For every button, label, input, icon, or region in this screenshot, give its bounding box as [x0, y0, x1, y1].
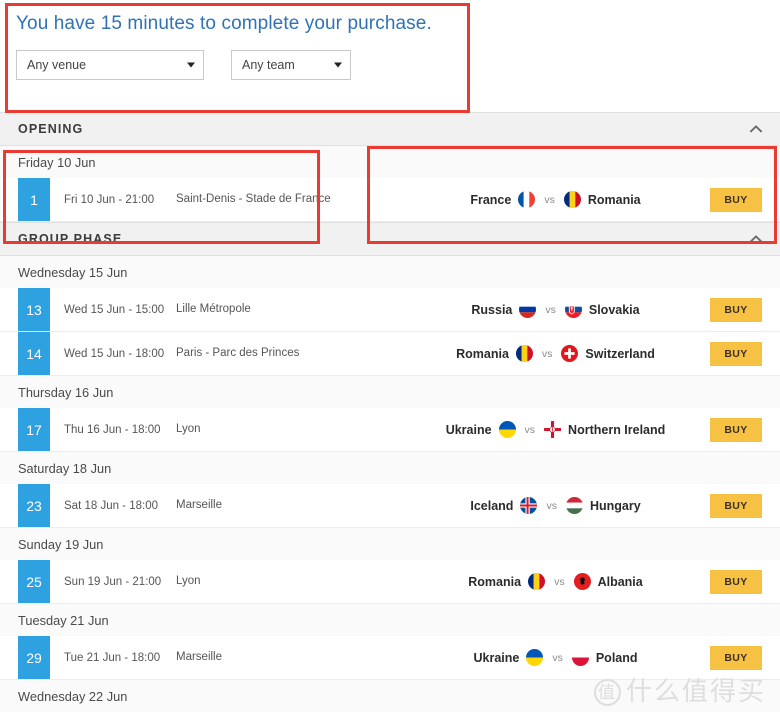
caret-down-icon: [334, 62, 342, 68]
flag-slovakia-icon: [564, 301, 582, 318]
match-datetime: Fri 10 Jun - 21:00: [64, 193, 155, 206]
match-venue: Lyon: [176, 575, 201, 588]
day-label: Friday 10 Jun: [0, 146, 780, 178]
match-number-badge: 14: [18, 332, 50, 375]
flag-romania-icon: [528, 573, 546, 590]
section-title: GROUP PHASE: [18, 232, 123, 246]
flag-ukraine-icon: [498, 421, 516, 438]
versus-label: vs: [545, 303, 556, 316]
table-row[interactable]: 1 Fri 10 Jun - 21:00 Saint-Denis - Stade d…: [0, 178, 780, 222]
match-datetime: Sun 19 Jun - 21:00: [64, 575, 162, 588]
buy-button[interactable]: BUY: [710, 417, 762, 442]
section-header-opening[interactable]: OPENING: [0, 112, 780, 146]
venue-select-value: Any venue: [27, 58, 87, 72]
table-row[interactable]: 13 Wed 15 Jun - 15:00 Lille Métropole Russi…: [0, 288, 780, 332]
caret-down-icon: [187, 62, 195, 68]
buy-button[interactable]: BUY: [710, 493, 762, 518]
match-venue: Saint-Denis - Stade de France: [176, 193, 331, 206]
page-root: You have 15 minutes to complete your pur…: [0, 0, 780, 718]
section-header-group-phase[interactable]: GROUP PHASE: [0, 222, 780, 256]
chevron-up-icon[interactable]: [749, 122, 763, 136]
match-datetime: Sat 18 Jun - 18:00: [64, 499, 158, 512]
buy-button[interactable]: BUY: [710, 341, 762, 366]
away-team-name: Poland: [595, 650, 638, 665]
match-venue: Marseille: [176, 499, 223, 512]
day-label: Thursday 16 Jun: [0, 376, 780, 408]
versus-label: vs: [544, 193, 555, 206]
buy-button[interactable]: BUY: [710, 645, 762, 670]
away-team-name: Romania: [587, 192, 641, 207]
match-datetime: Thu 16 Jun - 18:00: [64, 423, 161, 436]
flag-albania-icon: [573, 573, 591, 590]
flag-poland-icon: [571, 649, 589, 666]
home-team-name: Ukraine: [445, 422, 492, 437]
table-row[interactable]: 14 Wed 15 Jun - 18:00 Paris - Parc des Pri…: [0, 332, 780, 376]
match-number-badge: 13: [18, 288, 50, 331]
table-row[interactable]: 29 Tue 21 Jun - 18:00 Marseille Ukraine vs Po…: [0, 636, 780, 680]
away-team-name: Northern Ireland: [568, 422, 666, 437]
purchase-timer-message: You have 15 minutes to complete your pur…: [16, 13, 432, 34]
match-venue: Marseille: [176, 651, 223, 664]
match-venue: Lyon: [176, 423, 201, 436]
match-number-badge: 25: [18, 560, 50, 603]
away-team-name: Hungary: [589, 498, 641, 513]
table-row[interactable]: 25 Sun 19 Jun - 21:00 Lyon Romania vs Albania…: [0, 560, 780, 604]
versus-label: vs: [552, 651, 563, 664]
flag-switzerland-icon: [561, 345, 579, 362]
match-datetime: Wed 15 Jun - 15:00: [64, 303, 165, 316]
flag-france-icon: [518, 191, 536, 208]
flag-northern-ireland-icon: [544, 421, 562, 438]
match-number-badge: 29: [18, 636, 50, 679]
flag-romania-icon: [515, 345, 533, 362]
buy-button[interactable]: BUY: [710, 297, 762, 322]
flag-ukraine-icon: [526, 649, 544, 666]
home-team-name: France: [470, 192, 512, 207]
match-number-badge: 17: [18, 408, 50, 451]
day-label: Wednesday 15 Jun: [0, 256, 780, 288]
day-label: Sunday 19 Jun: [0, 528, 780, 560]
venue-select[interactable]: Any venue: [16, 50, 204, 80]
team-select-value: Any team: [242, 58, 295, 72]
away-team-name: Switzerland: [585, 346, 655, 361]
match-venue: Lille Métropole: [176, 303, 251, 316]
match-datetime: Wed 15 Jun - 18:00: [64, 347, 165, 360]
day-label: Saturday 18 Jun: [0, 452, 780, 484]
match-venue: Paris - Parc des Princes: [176, 347, 300, 360]
versus-label: vs: [524, 423, 536, 436]
day-label: Tuesday 21 Jun: [0, 604, 780, 636]
match-datetime: Tue 21 Jun - 18:00: [64, 651, 161, 664]
home-team-name: Ukraine: [473, 650, 520, 665]
match-schedule: OPENING Friday 10 Jun 1 Fri 10 Jun - 21:00 S…: [0, 112, 780, 712]
flag-russia-icon: [519, 301, 537, 318]
versus-label: vs: [541, 347, 553, 360]
table-row[interactable]: 17 Thu 16 Jun - 18:00 Lyon Ukraine vs Norther…: [0, 408, 780, 452]
purchase-timer-bar: You have 15 minutes to complete your pur…: [0, 0, 780, 112]
home-team-name: Russia: [471, 302, 513, 317]
table-row[interactable]: 23 Sat 18 Jun - 18:00 Marseille Iceland vs Hu…: [0, 484, 780, 528]
flag-romania-icon: [563, 191, 581, 208]
flag-hungary-icon: [565, 497, 583, 514]
buy-button[interactable]: BUY: [710, 569, 762, 594]
day-label: Wednesday 22 Jun: [0, 680, 780, 712]
flag-iceland-icon: [520, 497, 538, 514]
filter-controls: Any venue Any team: [16, 50, 351, 80]
versus-label: vs: [546, 499, 557, 512]
section-title: OPENING: [18, 122, 84, 136]
match-number-badge: 23: [18, 484, 50, 527]
chevron-up-icon[interactable]: [749, 232, 763, 246]
home-team-name: Romania: [456, 346, 509, 361]
away-team-name: Slovakia: [588, 302, 640, 317]
match-number-badge: 1: [18, 178, 50, 221]
home-team-name: Romania: [468, 574, 522, 589]
away-team-name: Albania: [597, 574, 643, 589]
team-select[interactable]: Any team: [231, 50, 351, 80]
versus-label: vs: [554, 575, 565, 588]
home-team-name: Iceland: [470, 498, 514, 513]
buy-button[interactable]: BUY: [710, 187, 762, 212]
